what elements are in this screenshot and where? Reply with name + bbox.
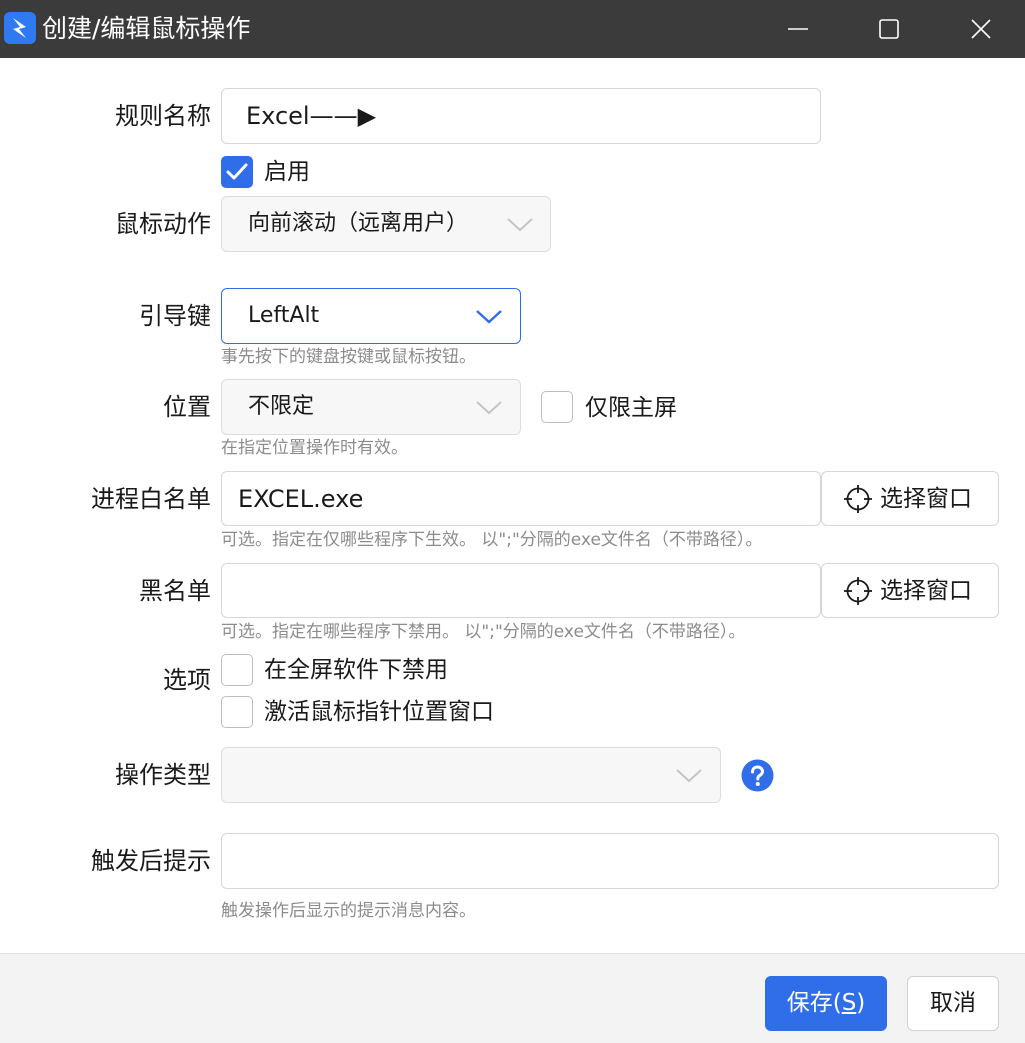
guide-key-value: LeftAlt — [248, 303, 320, 328]
save-button-shortcut: S — [841, 990, 857, 1016]
select-window-label: 选择窗口 — [880, 486, 972, 512]
cancel-button[interactable]: 取消 — [907, 976, 999, 1031]
select-window-button-blacklist[interactable]: 选择窗口 — [821, 563, 999, 618]
process-whitelist-input[interactable] — [221, 471, 821, 526]
blacklist-label: 黑名单 — [139, 577, 211, 605]
guide-key-label: 引导键 — [139, 302, 211, 330]
trigger-hint-input[interactable] — [221, 833, 999, 889]
mouse-action-value: 向前滚动（远离用户） — [248, 211, 469, 236]
minimize-button[interactable] — [752, 0, 844, 58]
mouse-action-label: 鼠标动作 — [115, 210, 211, 238]
chevron-down-icon — [476, 401, 502, 415]
window-title: 创建/编辑鼠标操作 — [42, 14, 251, 43]
activate-window-checkbox[interactable] — [221, 696, 253, 728]
process-whitelist-help: 可选。指定在仅哪些程序下生效。 以";"分隔的exe文件名（不带路径）。 — [221, 530, 763, 550]
guide-key-select[interactable]: LeftAlt — [221, 288, 521, 344]
position-label: 位置 — [163, 393, 211, 421]
app-logo-icon — [4, 12, 36, 44]
rule-name-input[interactable] — [221, 88, 821, 144]
blacklist-input[interactable] — [221, 563, 821, 618]
maximize-icon — [879, 19, 899, 39]
operation-type-select[interactable] — [221, 747, 721, 803]
select-window-label: 选择窗口 — [880, 578, 972, 604]
crosshair-icon — [844, 485, 872, 513]
fullscreen-disable-checkbox[interactable] — [221, 654, 253, 686]
close-button[interactable] — [935, 0, 1025, 58]
question-circle-icon[interactable] — [741, 759, 774, 792]
maximize-button[interactable] — [843, 0, 935, 58]
select-window-button[interactable]: 选择窗口 — [821, 471, 999, 526]
checkmark-icon — [226, 163, 248, 180]
chevron-down-icon — [476, 310, 502, 324]
save-button-label: 保存( — [786, 990, 842, 1016]
options-label: 选项 — [163, 666, 211, 694]
enabled-label: 启用 — [264, 159, 310, 185]
cancel-button-label: 取消 — [930, 990, 976, 1016]
chevron-down-icon — [507, 218, 533, 232]
primary-screen-checkbox[interactable] — [541, 391, 573, 423]
save-button[interactable]: 保存(S) — [765, 976, 887, 1031]
dialog-footer: 保存(S) 取消 — [0, 953, 1025, 1043]
mouse-action-select[interactable]: 向前滚动（远离用户） — [221, 196, 551, 252]
crosshair-icon — [844, 577, 872, 605]
fullscreen-disable-label: 在全屏软件下禁用 — [264, 657, 448, 683]
process-whitelist-label: 进程白名单 — [91, 485, 211, 513]
guide-key-help: 事先按下的键盘按键或鼠标按钮。 — [221, 347, 476, 367]
rule-name-label: 规则名称 — [115, 102, 211, 130]
close-icon — [971, 19, 991, 39]
position-select[interactable]: 不限定 — [221, 379, 521, 435]
enabled-checkbox[interactable] — [221, 156, 253, 188]
position-value: 不限定 — [248, 394, 315, 419]
title-bar: 创建/编辑鼠标操作 — [0, 0, 1025, 58]
trigger-hint-label: 触发后提示 — [91, 847, 211, 875]
primary-screen-label: 仅限主屏 — [585, 395, 677, 421]
minimize-icon — [788, 28, 808, 30]
trigger-hint-help: 触发操作后显示的提示消息内容。 — [221, 901, 476, 921]
chevron-down-icon — [676, 769, 702, 783]
activate-window-label: 激活鼠标指针位置窗口 — [264, 699, 494, 725]
operation-type-label: 操作类型 — [115, 761, 211, 789]
blacklist-help: 可选。指定在哪些程序下禁用。 以";"分隔的exe文件名（不带路径）。 — [221, 622, 746, 642]
save-button-suffix: ) — [856, 990, 866, 1016]
position-help: 在指定位置操作时有效。 — [221, 438, 408, 458]
